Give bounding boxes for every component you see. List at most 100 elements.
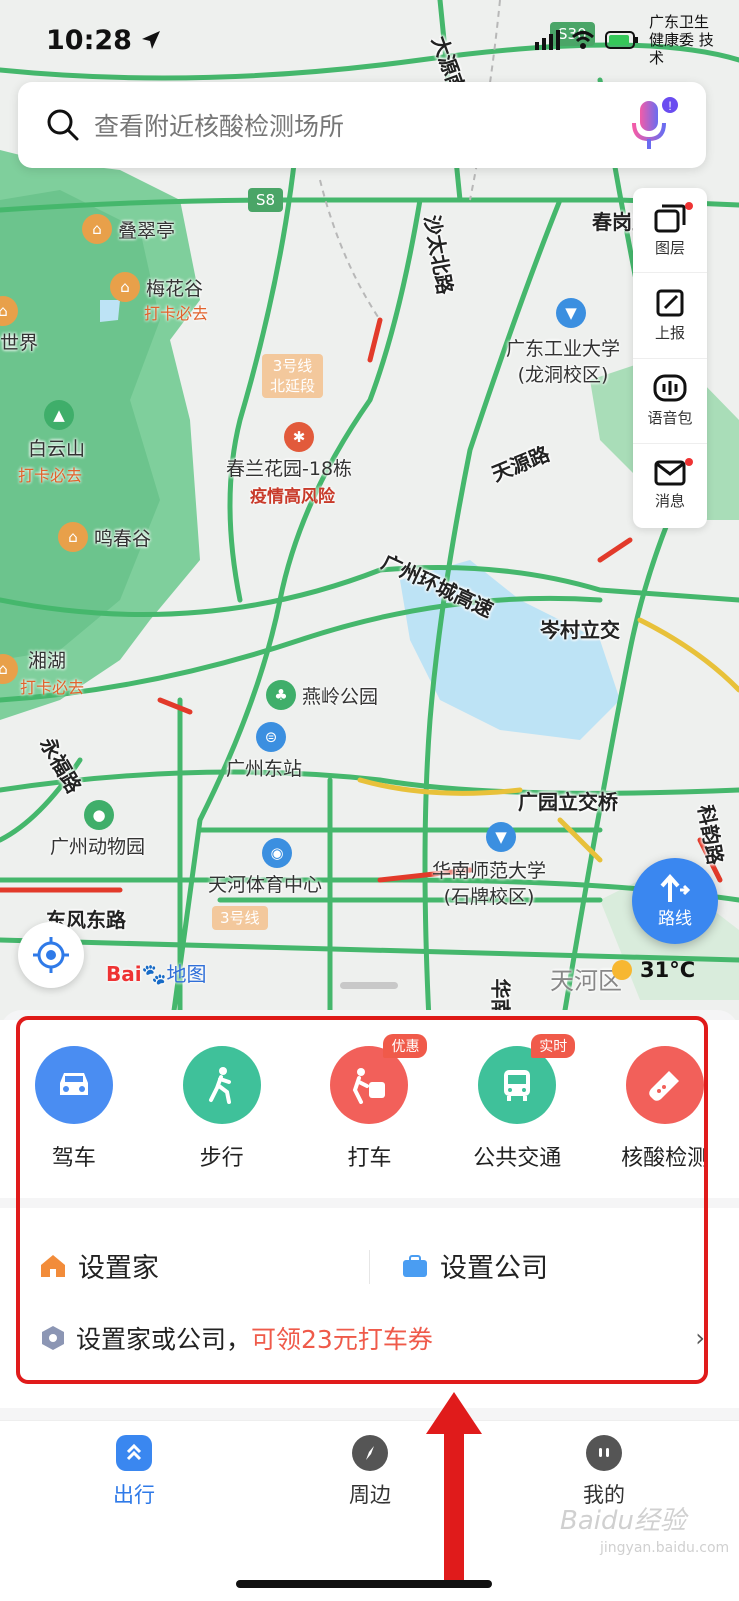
stadium-icon: ◉: [262, 838, 292, 868]
poi-zoo-pin[interactable]: ●: [84, 800, 114, 830]
sun-icon: [612, 960, 632, 980]
mode-drive[interactable]: 驾车: [4, 1046, 144, 1172]
search-input[interactable]: 查看附近核酸检测场所: [94, 107, 626, 143]
search-bar[interactable]: 查看附近核酸检测场所 !: [18, 82, 706, 168]
taxi-coupon-promo[interactable]: 设置家或公司， 可领23元打车券 ›: [40, 1320, 705, 1356]
poi-guangzhoudongzhan: 广州东站: [226, 758, 303, 780]
svg-text:!: !: [668, 99, 671, 113]
location-arrow-icon: [141, 31, 160, 49]
poi-baiyunshan-pin[interactable]: ▲: [44, 400, 74, 430]
travel-icon: [116, 1435, 152, 1471]
carrier-text: 广东卫生健康委 技术: [649, 13, 714, 67]
notification-dot: [685, 202, 693, 210]
tab-nearby[interactable]: 周边: [320, 1435, 420, 1509]
temple-icon: ⌂: [82, 214, 112, 244]
poi-luhu-tag: 打卡必去: [20, 678, 85, 697]
status-bar: 10:28 广东卫生健康委 技术: [46, 13, 719, 67]
temple-icon: ⌂: [58, 522, 88, 552]
map-tools: 图层 上报 语音包 消息: [633, 188, 707, 528]
poi-tianhe-pin[interactable]: ◉: [262, 838, 292, 868]
notification-dot: [685, 457, 693, 466]
watermark: Baidu经验: [560, 1506, 686, 1536]
baidu-map-logo: Bai🐾地图: [106, 962, 207, 986]
walk-icon: [182, 1046, 261, 1124]
panda-icon: ●: [84, 800, 114, 830]
metro-line-tag-2: 3号线: [212, 906, 268, 930]
virus-icon: ✱: [284, 422, 314, 452]
poi-tianhetiyuzhongxin: 天河体育中心: [208, 874, 323, 896]
tool-layers[interactable]: 图层: [633, 188, 707, 274]
park-icon: ♣: [266, 680, 296, 710]
highway-s8: S8: [248, 188, 284, 212]
tab-travel[interactable]: 出行: [84, 1435, 184, 1509]
road-cencunlijiao: 岑村立交: [540, 618, 620, 642]
car-icon: [34, 1046, 113, 1124]
status-time: 10:28: [46, 25, 162, 56]
voice-search-button[interactable]: !: [626, 95, 678, 155]
sheet-drag-handle[interactable]: [340, 982, 398, 989]
signal-icon: [535, 30, 560, 50]
watermark-url: jingyan.baidu.com: [600, 1540, 730, 1556]
chevron-right-icon: ›: [695, 1324, 705, 1352]
mode-covid-test[interactable]: 核酸检测: [595, 1046, 735, 1172]
poi-chunlan-pin[interactable]: ✱: [284, 422, 314, 452]
poi-baiyunshan: 白云山: [28, 438, 86, 460]
tool-messages[interactable]: 消息: [633, 444, 707, 528]
compass-icon: [352, 1435, 388, 1471]
tool-report[interactable]: 上报: [633, 273, 707, 359]
poi-guangzhoudongzhan-pin[interactable]: ⊜: [256, 722, 286, 752]
layers-icon: [654, 204, 686, 233]
road-guangyuan: 广园立交桥: [518, 790, 618, 814]
university-icon: ▼: [556, 298, 586, 328]
poi-luhu: 湘湖: [28, 650, 67, 672]
poi-diecuiting[interactable]: ⌂ 叠翠亭: [82, 214, 175, 244]
travel-modes: 驾车 步行 优惠 打车 实时 公共交通 核酸检测: [0, 1020, 739, 1198]
poi-scnu: 华南师范大学 (石牌校区): [432, 860, 547, 908]
test-tube-icon: [626, 1046, 705, 1124]
voice-pack-icon: [653, 374, 687, 402]
tab-profile[interactable]: 我的: [554, 1435, 654, 1509]
profile-icon: [586, 1435, 622, 1471]
poi-luhu-pin[interactable]: ⌂: [0, 654, 18, 684]
set-company-button[interactable]: 设置公司: [402, 1246, 548, 1285]
mode-taxi[interactable]: 优惠 打车: [299, 1034, 439, 1172]
mode-walk[interactable]: 步行: [152, 1046, 292, 1172]
route-arrow-icon: [660, 873, 691, 902]
poi-mingchungu[interactable]: ⌂ 鸣春谷: [58, 522, 151, 552]
weather-widget[interactable]: 31°C: [612, 958, 695, 982]
poi-shijie: 世界: [0, 332, 39, 354]
poi-guangzhoudongwuyuan: 广州动物园: [50, 836, 146, 858]
realtime-badge: 实时: [531, 1034, 576, 1058]
message-icon: [654, 460, 686, 486]
annotation-arrow: [426, 1392, 482, 1580]
poi-yanlinggongyuan[interactable]: ♣ 燕岭公园: [266, 680, 378, 710]
poi-chunlan: 春兰花园-18栋: [226, 458, 353, 480]
home-icon: [41, 1254, 65, 1277]
status-icons: 广东卫生健康委 技术: [535, 13, 719, 67]
poi-scnu-pin[interactable]: ▼: [486, 822, 516, 852]
metro-line-tag: 3号线 北延段: [262, 354, 324, 398]
tool-voice-pack[interactable]: 语音包: [633, 359, 707, 444]
search-icon: [47, 109, 79, 141]
crosshair-icon: [33, 937, 69, 973]
set-home-button[interactable]: 设置家: [40, 1246, 159, 1285]
attraction-icon: ⌂: [0, 654, 18, 684]
mode-transit[interactable]: 实时 公共交通: [447, 1034, 587, 1172]
promo-badge: 优惠: [383, 1034, 428, 1058]
report-icon: [656, 289, 684, 317]
poi-baiyunshan-tag: 打卡必去: [18, 466, 83, 485]
route-button[interactable]: 路线: [632, 858, 718, 944]
divider: [369, 1250, 370, 1284]
poi-shijie-pin[interactable]: ⌂: [0, 296, 18, 326]
wifi-icon: [571, 31, 595, 49]
poi-gdut-pin[interactable]: ▼: [556, 298, 586, 328]
poi-meihuagu-tag: 打卡必去: [144, 304, 209, 323]
locate-me-button[interactable]: [18, 922, 84, 988]
poi-meihuagu[interactable]: ⌂ 梅花谷: [110, 272, 203, 302]
mountain-icon: ▲: [44, 400, 74, 430]
train-station-icon: ⊜: [256, 722, 286, 752]
hexagon-icon: [42, 1326, 64, 1350]
home-indicator[interactable]: [236, 1580, 492, 1588]
gate-icon: ⌂: [110, 272, 140, 302]
hazard-label: 疫情高风险: [250, 487, 335, 507]
